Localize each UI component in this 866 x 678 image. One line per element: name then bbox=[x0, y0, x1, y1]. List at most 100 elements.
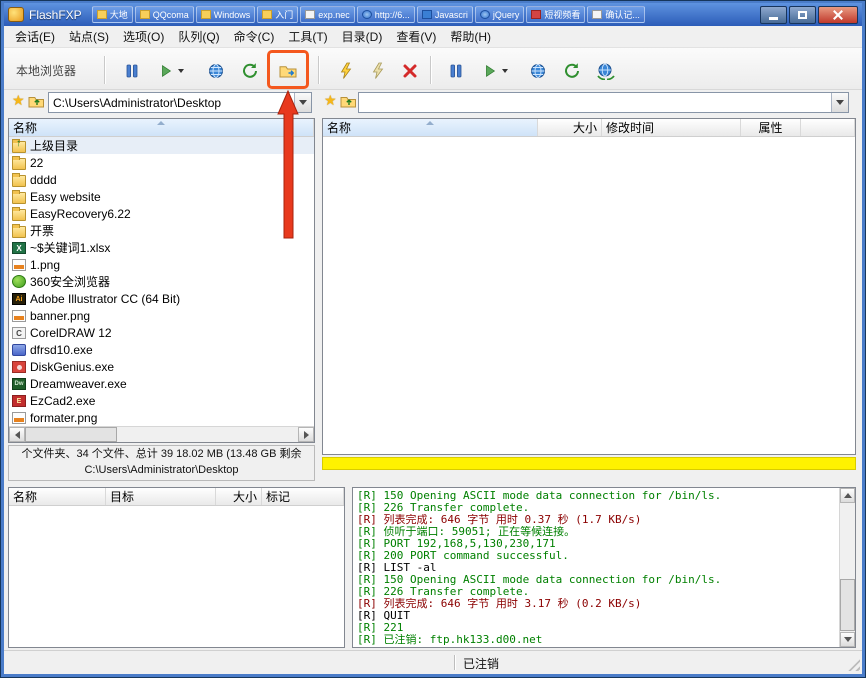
queue-column-target[interactable]: 目标 bbox=[106, 488, 216, 505]
file-list-item[interactable]: dfrsd10.exe bbox=[9, 341, 314, 358]
log-line: [R] QUIT bbox=[357, 610, 834, 622]
menu-item[interactable]: 队列(Q) bbox=[171, 26, 226, 47]
file-list-item[interactable]: EzCad2.exe bbox=[9, 392, 314, 409]
tab-icon bbox=[262, 10, 272, 19]
file-list-item[interactable]: Adobe Illustrator CC (64 Bit) bbox=[9, 290, 314, 307]
menu-item[interactable]: 帮助(H) bbox=[443, 26, 498, 47]
menu-item[interactable]: 站点(S) bbox=[62, 26, 116, 47]
local-site-button[interactable] bbox=[202, 57, 230, 85]
log-body: [R] 150 Opening ASCII mode data connecti… bbox=[353, 488, 838, 647]
minimize-button[interactable] bbox=[760, 6, 787, 24]
resize-grip[interactable] bbox=[847, 658, 860, 671]
file-list-item[interactable]: EasyRecovery6.22 bbox=[9, 205, 314, 222]
file-icon bbox=[12, 344, 26, 356]
refresh-icon bbox=[563, 62, 581, 80]
file-list-item[interactable]: formater.png bbox=[9, 409, 314, 426]
file-list-item[interactable]: 1.png bbox=[9, 256, 314, 273]
remote-file-list: 名称 大小 修改时间 属性 bbox=[322, 118, 856, 455]
local-path-combobox[interactable]: C:\Users\Administrator\Desktop bbox=[48, 92, 312, 113]
remote-column-size[interactable]: 大小 bbox=[538, 119, 602, 136]
abort-button[interactable] bbox=[396, 57, 424, 85]
scroll-left-button[interactable] bbox=[9, 427, 25, 442]
lightning-off-icon bbox=[369, 62, 387, 80]
titlebar-tab[interactable]: 大地 bbox=[92, 6, 133, 23]
remote-favorites-star-icon[interactable]: ★ bbox=[324, 92, 337, 109]
lightning-icon bbox=[337, 62, 355, 80]
remote-column-modified[interactable]: 修改时间 bbox=[602, 119, 741, 136]
scrollbar-thumb[interactable] bbox=[840, 579, 855, 631]
menu-item[interactable]: 命令(C) bbox=[227, 26, 282, 47]
scroll-right-button[interactable] bbox=[298, 427, 314, 442]
tab-icon bbox=[305, 10, 315, 19]
log-vertical-scrollbar[interactable] bbox=[839, 488, 855, 647]
file-icon bbox=[12, 259, 26, 271]
play-icon bbox=[482, 63, 498, 79]
titlebar-tab[interactable]: exp.nec bbox=[300, 6, 355, 23]
log-line: [R] 列表完成: 646 字节 用时 3.17 秒 (0.2 KB/s) bbox=[357, 598, 834, 610]
local-transfer-button[interactable] bbox=[150, 57, 192, 85]
queue-column-name[interactable]: 名称 bbox=[9, 488, 106, 505]
local-path-value: C:\Users\Administrator\Desktop bbox=[49, 96, 294, 110]
titlebar-tab[interactable]: http://6... bbox=[357, 6, 415, 23]
titlebar-tab[interactable]: 短视频看 bbox=[526, 6, 585, 23]
file-list-item[interactable]: Dreamweaver.exe bbox=[9, 375, 314, 392]
remote-site-button[interactable] bbox=[524, 57, 552, 85]
remote-column-name[interactable]: 名称 bbox=[323, 119, 538, 136]
titlebar-tab[interactable]: 入门 bbox=[257, 6, 298, 23]
remote-pause-button[interactable] bbox=[442, 57, 470, 85]
file-list-item[interactable]: 开票 bbox=[9, 222, 314, 239]
connection-status-text: 已注销 bbox=[463, 655, 499, 672]
local-column-name[interactable]: 名称 bbox=[9, 119, 314, 136]
connect-button[interactable] bbox=[332, 57, 360, 85]
remote-folder-up-icon[interactable] bbox=[340, 94, 357, 114]
local-folder-up-icon[interactable] bbox=[28, 94, 45, 114]
titlebar-tab[interactable]: Windows bbox=[196, 6, 256, 23]
disconnect-button[interactable] bbox=[364, 57, 392, 85]
file-list-item[interactable]: banner.png bbox=[9, 307, 314, 324]
remote-sync-button[interactable] bbox=[592, 57, 620, 85]
remote-path-dropdown-button[interactable] bbox=[831, 93, 848, 112]
titlebar-tab[interactable]: QQcoma bbox=[135, 6, 194, 23]
menu-item[interactable]: 选项(O) bbox=[116, 26, 171, 47]
queue-column-flags[interactable]: 标记 bbox=[262, 488, 344, 505]
close-button[interactable] bbox=[818, 6, 858, 24]
file-list-item[interactable]: DiskGenius.exe bbox=[9, 358, 314, 375]
local-path-dropdown-button[interactable] bbox=[294, 93, 311, 112]
menu-item[interactable]: 会话(E) bbox=[8, 26, 62, 47]
file-list-item[interactable]: 上级目录 bbox=[9, 137, 314, 154]
file-list-item[interactable]: ~$关键词1.xlsx bbox=[9, 239, 314, 256]
menu-item[interactable]: 目录(D) bbox=[335, 26, 390, 47]
file-list-item[interactable]: CorelDRAW 12 bbox=[9, 324, 314, 341]
queue-body[interactable] bbox=[9, 506, 344, 647]
titlebar-tab[interactable]: Javascri bbox=[417, 6, 473, 23]
tab-icon bbox=[97, 10, 107, 19]
file-name: DiskGenius.exe bbox=[30, 360, 114, 374]
local-favorites-star-icon[interactable]: ★ bbox=[12, 92, 25, 109]
globe-icon bbox=[529, 62, 547, 80]
remote-column-attr[interactable]: 属性 bbox=[741, 119, 801, 136]
log-line: [R] LIST -al bbox=[357, 562, 834, 574]
local-pause-button[interactable] bbox=[118, 57, 146, 85]
tab-label: exp.nec bbox=[318, 10, 350, 20]
file-list-item[interactable]: 22 bbox=[9, 154, 314, 171]
menu-item[interactable]: 工具(T) bbox=[281, 26, 334, 47]
file-list-item[interactable]: 360安全浏览器 bbox=[9, 273, 314, 290]
scroll-down-button[interactable] bbox=[840, 632, 855, 647]
titlebar-tab[interactable]: 确认记... bbox=[587, 6, 645, 23]
remote-path-combobox[interactable] bbox=[358, 92, 849, 113]
queue-column-size[interactable]: 大小 bbox=[216, 488, 262, 505]
menu-item[interactable]: 查看(V) bbox=[389, 26, 443, 47]
scroll-up-button[interactable] bbox=[840, 488, 855, 503]
remote-refresh-button[interactable] bbox=[558, 57, 586, 85]
local-refresh-button[interactable] bbox=[236, 57, 264, 85]
remote-list-body[interactable] bbox=[323, 137, 855, 454]
remote-transfer-button[interactable] bbox=[474, 57, 516, 85]
file-icon bbox=[12, 175, 26, 187]
titlebar-tab[interactable]: jQuery bbox=[475, 6, 525, 23]
file-list-item[interactable]: Easy website bbox=[9, 188, 314, 205]
file-list-item[interactable]: dddd bbox=[9, 171, 314, 188]
local-status-panel: 个文件夹、34 个文件、总计 39 18.02 MB (13.48 GB 剩余 … bbox=[8, 445, 315, 481]
scrollbar-thumb[interactable] bbox=[25, 427, 117, 442]
local-horizontal-scrollbar[interactable] bbox=[9, 426, 314, 442]
maximize-button[interactable] bbox=[789, 6, 816, 24]
